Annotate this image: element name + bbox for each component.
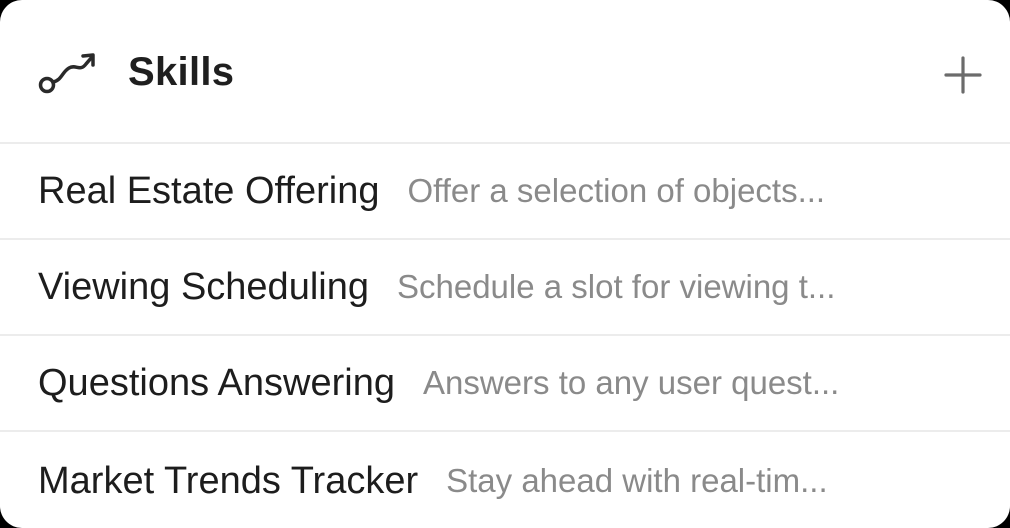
skills-panel: Skills Real Estate Offering Offer a sele… xyxy=(0,0,1010,528)
plus-icon xyxy=(944,56,982,94)
skills-list: Real Estate Offering Offer a selection o… xyxy=(0,144,1010,528)
skill-title: Market Trends Tracker xyxy=(38,460,419,502)
skill-path-icon xyxy=(36,50,100,96)
skill-item[interactable]: Real Estate Offering Offer a selection o… xyxy=(0,144,1010,240)
add-skill-button[interactable] xyxy=(938,50,988,100)
skill-description: Answers to any user quest... xyxy=(422,364,840,401)
skill-item[interactable]: Questions Answering Answers to any user … xyxy=(0,336,1010,432)
skill-title: Viewing Scheduling xyxy=(38,266,369,308)
skills-header: Skills xyxy=(0,0,1010,144)
skill-description: Stay ahead with real-tim... xyxy=(446,462,828,499)
skill-title: Real Estate Offering xyxy=(38,170,380,212)
skill-title: Questions Answering xyxy=(38,362,395,404)
skill-description: Offer a selection of objects... xyxy=(407,172,826,209)
skill-item[interactable]: Viewing Scheduling Schedule a slot for v… xyxy=(0,240,1010,336)
skill-item[interactable]: Market Trends Tracker Stay ahead with re… xyxy=(0,432,1010,528)
skill-description: Schedule a slot for viewing t... xyxy=(396,268,836,305)
panel-title: Skills xyxy=(128,50,235,94)
